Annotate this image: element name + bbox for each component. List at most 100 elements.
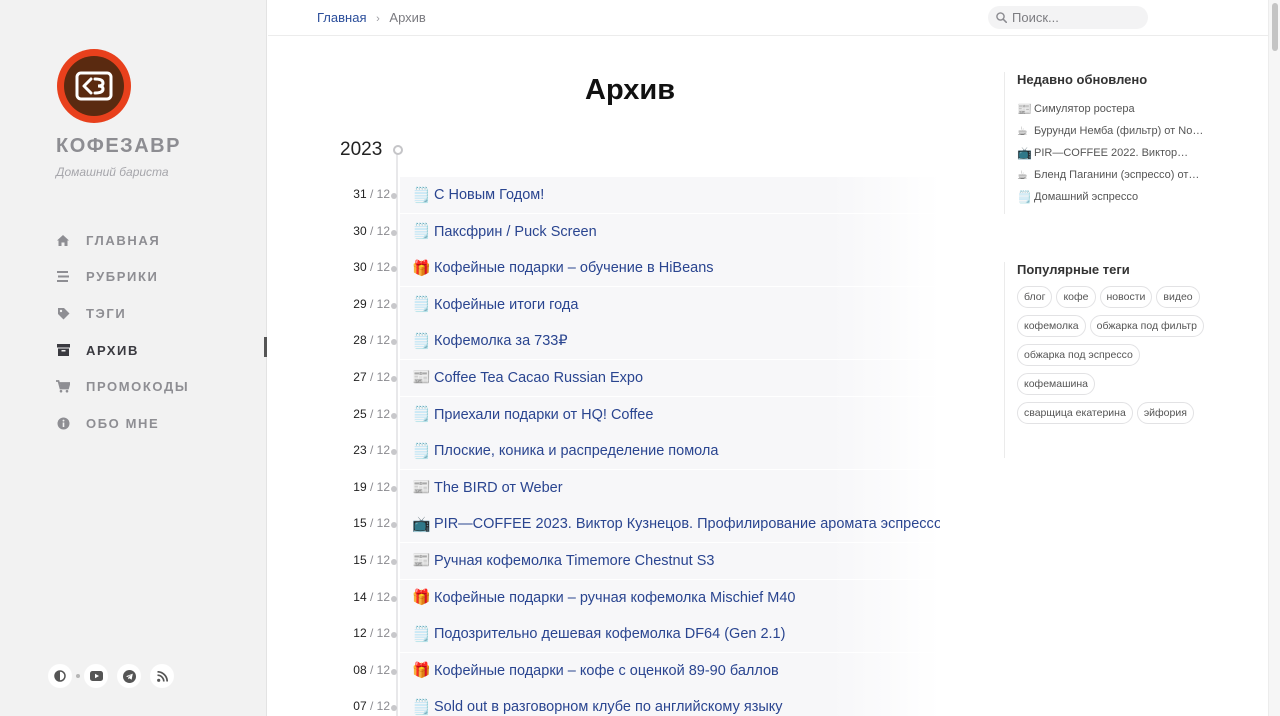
main-nav: ГЛАВНАЯ РУБРИКИ ТЭГИ АРХИВ ПРОМОКОДЫ ОБО…	[56, 222, 189, 442]
post-link[interactable]: 🗒️ С Новым Годом!	[400, 177, 940, 213]
timeline-dot	[391, 632, 397, 639]
recently-updated-item[interactable]: 🗒️ Домашний эспрессо	[1017, 186, 1230, 208]
archive-post-row: 19 / 12 📰 The BIRD от Weber	[330, 469, 940, 507]
post-title: Кофейные подарки – ручная кофемолка Misc…	[434, 589, 796, 606]
post-link[interactable]: 📺 PIR—COFFEE 2023. Виктор Кузнецов. Профи…	[400, 506, 940, 543]
post-link[interactable]: 🎁 Кофейные подарки – кофе с оценкой 89-90…	[400, 652, 940, 689]
rss-link[interactable]	[150, 664, 174, 688]
timeline-dot	[391, 302, 397, 309]
search-input[interactable]	[1012, 10, 1142, 25]
post-date-month: / 12	[366, 187, 390, 201]
post-date: 30 / 12	[353, 224, 390, 238]
nav-item-archive[interactable]: АРХИВ	[56, 332, 189, 369]
archive-icon	[56, 343, 70, 357]
post-type-icon: 🗒️	[412, 406, 431, 424]
tag-pill[interactable]: кофемолка	[1017, 315, 1086, 337]
tag-pill[interactable]: сварщица екатерина	[1017, 402, 1133, 424]
post-link[interactable]: 🗒️ Sold out в разговорном клубе по англий…	[400, 689, 940, 716]
nav-item-categories[interactable]: РУБРИКИ	[56, 259, 189, 296]
site-logo[interactable]	[57, 49, 131, 123]
post-type-icon: 🗒️	[1017, 190, 1032, 204]
recently-updated-item[interactable]: ☕ Бурунди Немба (фильтр) от Nom…	[1017, 120, 1230, 142]
archive-year: 2023	[340, 139, 383, 160]
tag-pill[interactable]: эйфория	[1136, 402, 1194, 424]
nav-item-label: ГЛАВНАЯ	[86, 232, 161, 248]
post-date-day: 29	[353, 296, 367, 311]
timeline-dot	[391, 668, 397, 675]
post-type-icon: 📰	[412, 552, 431, 570]
theme-toggle-icon	[54, 670, 66, 682]
post-date-month: / 12	[366, 443, 390, 458]
post-link[interactable]: 🗒️ Паксфрин / Puck Screen	[400, 213, 940, 250]
tag-pill[interactable]: обжарка под эспрессо	[1017, 344, 1140, 366]
archive-post-row: 29 / 12 🗒️ Кофейные итоги года	[330, 286, 940, 324]
timeline-dot	[391, 522, 397, 529]
scrollbar-thumb[interactable]	[1272, 3, 1278, 51]
tag-pill[interactable]: кофемашина	[1017, 373, 1096, 395]
post-type-icon: 🗒️	[412, 698, 431, 716]
post-date-day: 15	[353, 552, 367, 567]
nav-active-indicator	[264, 337, 267, 357]
nav-item-tags[interactable]: ТЭГИ	[56, 295, 189, 332]
post-date: 25 / 12	[353, 407, 390, 421]
search-box[interactable]	[988, 6, 1148, 29]
telegram-icon	[122, 669, 136, 683]
breadcrumb-home-link[interactable]: Главная	[317, 10, 366, 25]
post-date-month: / 12	[366, 260, 390, 275]
post-type-icon: 🎁	[412, 589, 431, 607]
post-date: 14 / 12	[353, 590, 390, 604]
timeline-year-marker	[393, 145, 403, 155]
site-title[interactable]: КОФЕЗАВР	[56, 135, 181, 158]
tag-pill[interactable]: новости	[1099, 286, 1153, 308]
post-date: 30 / 12	[353, 260, 390, 274]
timeline-dot	[391, 193, 397, 199]
post-link[interactable]: 🗒️ Подозрительно дешевая кофемолка DF64 (…	[400, 616, 940, 653]
post-link[interactable]: 📰 The BIRD от Weber	[400, 469, 940, 506]
post-type-icon: 📰	[412, 479, 431, 497]
post-date-month: / 12	[366, 662, 390, 677]
recently-updated-item[interactable]: ☕ Бленд Паганини (эспрессо) от…	[1017, 164, 1230, 186]
recently-updated-heading: Недавно обновлено	[1017, 72, 1148, 87]
tag-pill[interactable]: блог	[1017, 286, 1053, 308]
post-type-icon: 🎁	[412, 662, 431, 680]
telegram-link[interactable]	[117, 664, 141, 688]
timeline-dot	[391, 705, 397, 712]
breadcrumb-current: Архив	[389, 10, 426, 25]
post-date: 07 / 12	[353, 699, 390, 713]
post-link[interactable]: 🗒️ Приехали подарки от HQ! Coffee	[400, 396, 940, 433]
theme-toggle-button[interactable]	[48, 664, 72, 688]
post-link[interactable]: 🎁 Кофейные подарки – ручная кофемолка Mis…	[400, 579, 940, 616]
post-link[interactable]: 📰 Ручная кофемолка Timemore Chestnut S3	[400, 542, 940, 579]
search-icon	[996, 12, 1007, 23]
post-date-day: 19	[353, 479, 367, 494]
post-type-icon: 🗒️	[412, 223, 431, 241]
tag-pill[interactable]: обжарка под фильтр	[1089, 315, 1204, 337]
post-type-icon: 🗒️	[412, 625, 431, 643]
archive-post-list: 31 / 12 🗒️ С Новым Годом! 30 / 12 🗒️ Паксфрин…	[330, 177, 940, 716]
post-link[interactable]: 🗒️ Кофемолка за 733₽	[400, 323, 940, 360]
top-bar: Главная › Архив	[268, 0, 1268, 36]
post-type-icon: 🗒️	[412, 442, 431, 460]
post-link[interactable]: 🎁 Кофейные подарки – обучение в HiBeans	[400, 250, 940, 287]
nav-item-about[interactable]: ОБО МНЕ	[56, 405, 189, 442]
recently-updated-item[interactable]: 📰 Симулятор ростера	[1017, 98, 1230, 120]
page-scrollbar[interactable]	[1268, 0, 1280, 716]
recently-updated-item[interactable]: 📺 PIR—COFFEE 2022. Виктор…	[1017, 142, 1230, 164]
post-title: Подозрительно дешевая кофемолка DF64 (Ge…	[434, 626, 786, 643]
youtube-link[interactable]	[84, 664, 108, 688]
tag-pill[interactable]: кофе	[1056, 286, 1096, 308]
post-title: Паксфрин / Puck Screen	[434, 223, 597, 240]
post-date-month: / 12	[366, 369, 390, 384]
post-title: С Новым Годом!	[434, 187, 545, 203]
popular-tags-list: блог кофе новости видео кофемолка обжарка под…	[1017, 286, 1217, 431]
post-link[interactable]: 🗒️ Кофейные итоги года	[400, 286, 940, 323]
post-date: 15 / 12	[353, 516, 390, 530]
home-icon	[56, 233, 70, 247]
nav-item-promocodes[interactable]: ПРОМОКОДЫ	[56, 368, 189, 405]
post-title: The BIRD от Weber	[434, 479, 563, 496]
tag-pill[interactable]: видео	[1156, 286, 1200, 308]
post-link[interactable]: 📰 Coffee Tea Cacao Russian Expo	[400, 359, 940, 396]
archive-post-row: 31 / 12 🗒️ С Новым Годом!	[330, 177, 940, 214]
nav-item-home[interactable]: ГЛАВНАЯ	[56, 222, 189, 259]
post-link[interactable]: 🗒️ Плоские, коника и распределение помола	[400, 433, 940, 470]
